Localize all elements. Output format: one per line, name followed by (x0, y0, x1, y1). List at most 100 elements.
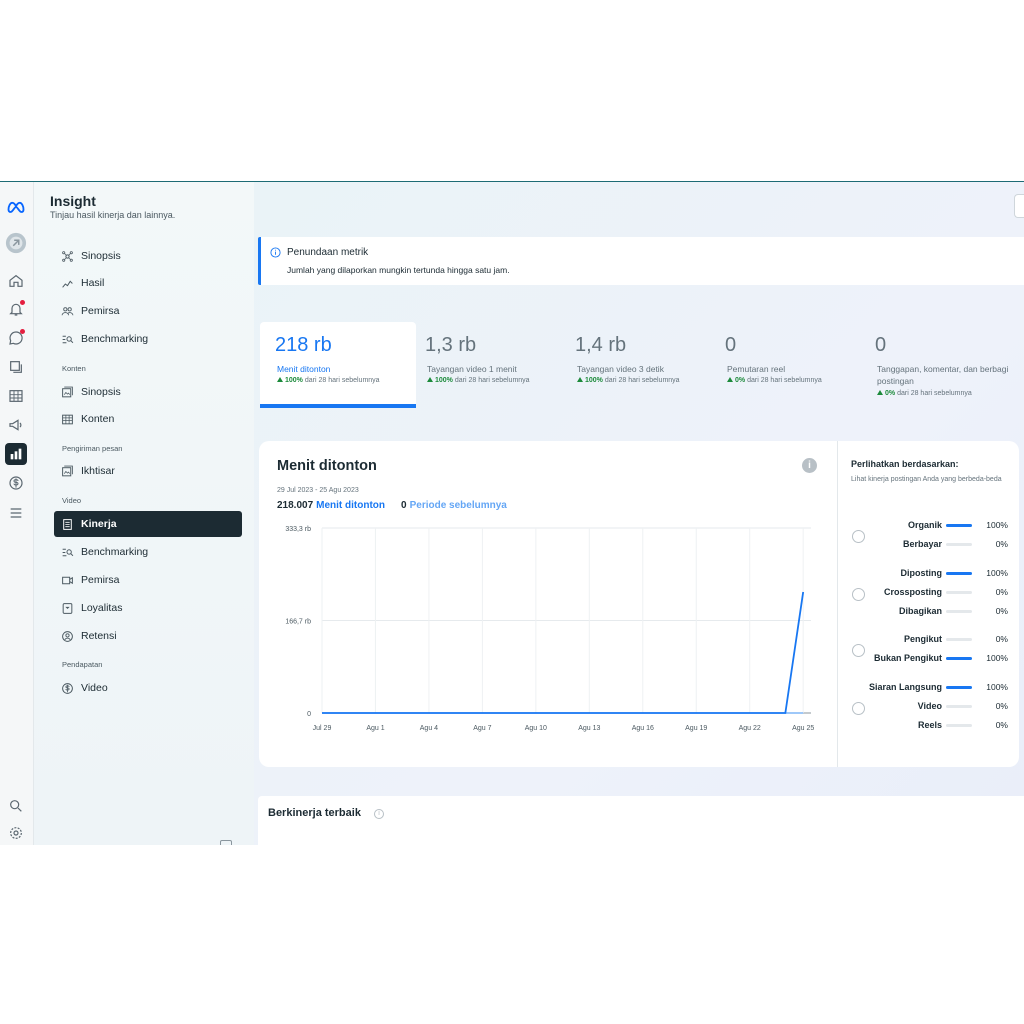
breakdown-row-label: Crossposting (883, 587, 942, 597)
section-title-video: Video (62, 496, 82, 505)
metric-value: 0 (725, 334, 737, 356)
x-tick-label: Agu 1 (366, 725, 384, 732)
top-performers-info-icon[interactable]: i (374, 809, 384, 819)
chart-info-icon[interactable]: i (802, 458, 817, 473)
sidebar-item-pemirsa[interactable]: Pemirsa (54, 298, 242, 324)
breakdown-row-label: Siaran Langsung (868, 682, 942, 692)
sidebar-item-pendapatan-video[interactable]: Video (54, 675, 242, 701)
x-tick-label: Agu 25 (792, 725, 814, 732)
up-arrow-icon (727, 377, 733, 382)
meta-logo-icon[interactable] (5, 196, 27, 218)
metric-change-suffix: dari 28 hari sebelumnya (454, 377, 530, 384)
trend-icon (62, 280, 73, 288)
metric-tab-menit-ditonton[interactable]: 218 rb Menit ditonton 100% dari 28 hari … (260, 322, 416, 408)
breakdown-bar (946, 638, 972, 641)
top-performers-card: Berkinerja terbaik i (258, 796, 1024, 845)
metric-label: Tayangan video 3 detik (577, 364, 664, 374)
sidebar-item-label: Pemirsa (81, 305, 120, 317)
breakdown-bar (946, 572, 972, 575)
breakdown-row-label: Organik (907, 520, 942, 530)
ads-icon[interactable] (5, 414, 27, 436)
metric-tab-tayangan-1-menit[interactable]: 1,3 rb Tayangan video 1 menit 100% dari … (410, 322, 566, 408)
settings-gear-icon[interactable] (5, 822, 27, 844)
insights-icon[interactable] (5, 443, 27, 465)
messages-icon[interactable] (5, 327, 27, 349)
page-title: Insight (50, 193, 96, 209)
table-icon (62, 414, 73, 424)
video-icon (62, 576, 73, 584)
metric-tab-tayangan-3-detik[interactable]: 1,4 rb Tayangan video 3 detik 100% dari … (560, 322, 716, 408)
breakdown-row-pct: 100% (986, 682, 1008, 692)
breakdown-row: Berbayar 0% (838, 538, 1020, 552)
breakdown-row-label: Video (917, 701, 942, 711)
breakdown-bar-fill (946, 686, 972, 689)
breakdown-row-pct: 0% (995, 606, 1008, 616)
breakdown-row: Pengikut 0% (838, 633, 1020, 647)
sidebar-item-hasil[interactable]: Hasil (54, 270, 242, 296)
search-icon[interactable] (5, 795, 27, 817)
breakdown-bar (946, 524, 972, 527)
breakdown-row-label: Pengikut (903, 634, 942, 644)
breakdown-row: Video 0% (838, 700, 1020, 714)
x-tick-label: Jul 29 (313, 725, 332, 732)
nodes-icon (62, 250, 73, 262)
monetization-icon[interactable] (5, 472, 27, 494)
x-tick-label: Agu 16 (632, 725, 654, 732)
metric-change-pct: 100% (285, 377, 303, 384)
top-right-button[interactable] (1014, 194, 1024, 218)
metric-label: Pemutaran reel (727, 364, 786, 374)
planner-icon[interactable] (5, 385, 27, 407)
menu-icon[interactable] (5, 502, 27, 524)
legend-current-label[interactable]: Menit ditonton (316, 500, 385, 511)
metric-tab-tanggapan[interactable]: 0 Tanggapan, komentar, dan berbagi posti… (860, 322, 1016, 408)
breakdown-row: Reels 0% (838, 719, 1020, 733)
breakdown-row-pct: 100% (986, 520, 1008, 530)
sidebar-item-konten-sinopsis[interactable]: Sinopsis (54, 379, 242, 405)
breakdown-bar-fill (946, 572, 972, 575)
notice-body: Jumlah yang dilaporkan mungkin tertunda … (287, 265, 510, 275)
metric-tab-pemutaran-reel[interactable]: 0 Pemutaran reel 0% dari 28 hari sebelum… (710, 322, 866, 408)
gallery-icon (62, 465, 73, 476)
notification-dot (20, 300, 25, 305)
sidebar-item-label: Konten (81, 413, 115, 425)
sidebar-item-loyalitas[interactable]: Loyalitas (54, 595, 242, 621)
sidebar-item-label: Benchmarking (81, 546, 149, 558)
main-content: Penundaan metrik Jumlah yang dilaporkan … (254, 182, 1024, 845)
benchmark-icon (62, 335, 74, 343)
sidebar-item-label: Kinerja (81, 518, 117, 530)
notifications-icon[interactable] (5, 298, 27, 320)
breakdown-row: Dibagikan 0% (838, 605, 1020, 619)
breakdown-row-pct: 100% (986, 568, 1008, 578)
sidebar-collapse-icon[interactable] (220, 840, 232, 845)
sidebar-item-retensi[interactable]: Retensi (54, 623, 242, 649)
dollar-icon (62, 682, 73, 694)
sidebar-item-sinopsis[interactable]: Sinopsis (54, 243, 242, 269)
document-icon (63, 518, 72, 530)
metric-change: 0% dari 28 hari sebelumnya (727, 377, 822, 384)
x-tick-label: Agu 7 (473, 725, 491, 732)
content-icon[interactable] (5, 356, 27, 378)
metric-change-pct: 100% (435, 377, 453, 384)
breakdown-bar-fill (946, 524, 972, 527)
sidebar-item-ikhtisar[interactable]: Ikhtisar (54, 458, 242, 484)
metric-value: 1,3 rb (425, 334, 477, 356)
metric-change: 100% dari 28 hari sebelumnya (427, 377, 530, 384)
profile-avatar[interactable] (5, 232, 27, 254)
sidebar-item-video-pemirsa[interactable]: Pemirsa (54, 567, 242, 593)
sidebar-item-video-benchmarking[interactable]: Benchmarking (54, 539, 242, 565)
sidebar-item-label: Retensi (81, 630, 117, 642)
benchmark-icon (62, 548, 74, 556)
home-icon[interactable] (5, 270, 27, 292)
sidebar-item-benchmarking[interactable]: Benchmarking (54, 326, 242, 352)
metric-change: 100% dari 28 hari sebelumnya (577, 377, 680, 384)
sidebar-item-konten[interactable]: Konten (54, 406, 242, 432)
legend-previous-label[interactable]: Periode sebelumnya (410, 500, 507, 511)
metric-change: 100% dari 28 hari sebelumnya (277, 377, 380, 384)
breakdown-row-pct: 100% (986, 653, 1008, 663)
section-title-pengiriman-pesan: Pengiriman pesan (62, 444, 123, 453)
sidebar-item-kinerja[interactable]: Kinerja (54, 511, 242, 537)
legend-previous-value: 0 (401, 500, 407, 511)
breakdown-row: Bukan Pengikut 100% (838, 652, 1020, 666)
breakdown-row: Crossposting 0% (838, 586, 1020, 600)
y-tick-label: 166,7 rb (285, 619, 311, 626)
